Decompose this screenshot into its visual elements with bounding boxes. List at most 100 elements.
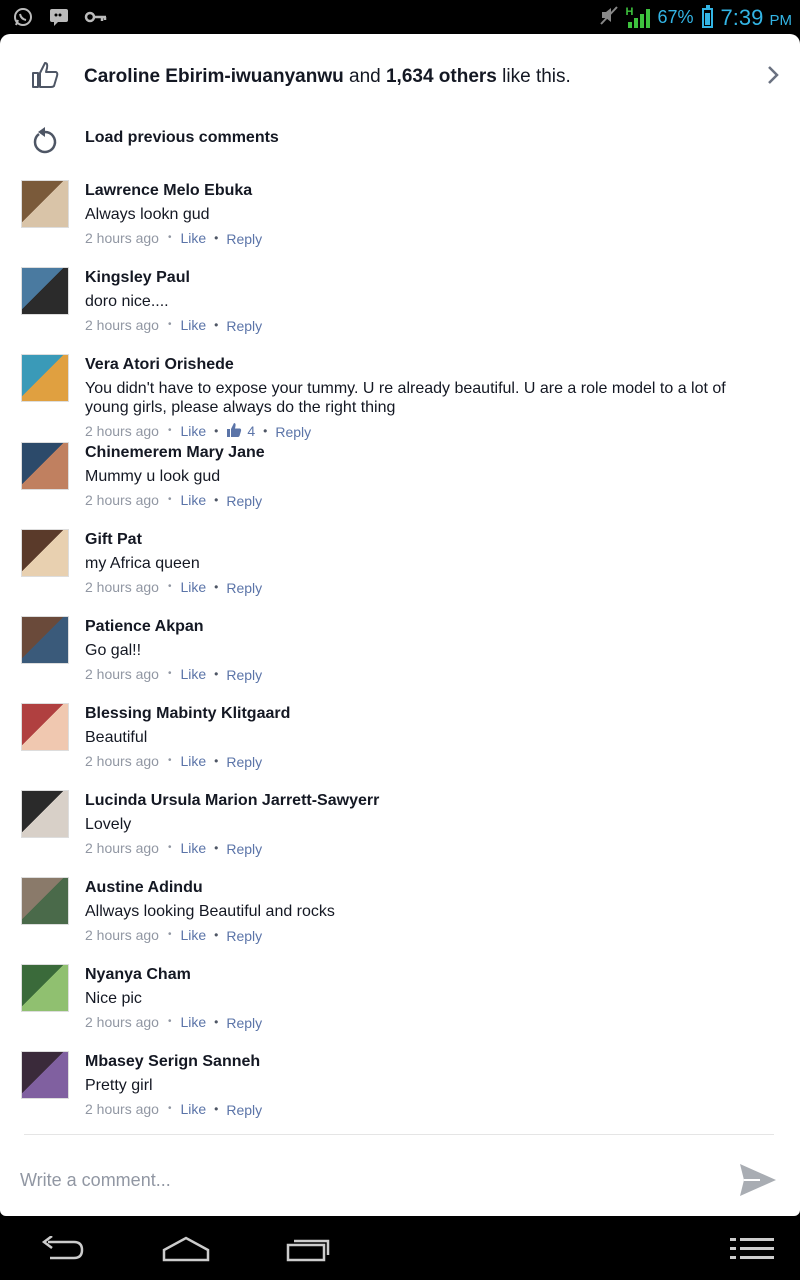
like-thumb-icon bbox=[227, 423, 242, 437]
comment-timestamp[interactable]: 2 hours ago bbox=[85, 1014, 159, 1030]
comment-like-button[interactable]: Like bbox=[180, 666, 206, 682]
status-bar: H 67% 7:39 PM bbox=[0, 0, 800, 34]
likes-others[interactable]: 1,634 others bbox=[386, 66, 497, 87]
likes-text: Caroline Ebirim-iwuanyanwu and 1,634 oth… bbox=[84, 66, 571, 88]
comment-text: Go gal!! bbox=[85, 642, 142, 659]
comment-reply-button[interactable]: Reply bbox=[226, 754, 262, 770]
comment-item: Austine Adindu Allways looking Beautiful… bbox=[0, 875, 800, 962]
dot-separator: • bbox=[214, 317, 219, 332]
comment-reply-button[interactable]: Reply bbox=[226, 1102, 262, 1118]
comment-timestamp[interactable]: 2 hours ago bbox=[85, 579, 159, 595]
dot-separator: • bbox=[214, 492, 219, 507]
comment-author[interactable]: Mbasey Serign Sanneh bbox=[85, 1049, 800, 1071]
comment-timestamp[interactable]: 2 hours ago bbox=[85, 666, 159, 682]
comment-author[interactable]: Gift Pat bbox=[85, 527, 800, 549]
comment-author[interactable]: Patience Akpan bbox=[85, 614, 800, 636]
chevron-right-icon[interactable] bbox=[766, 64, 780, 91]
comment-reply-button[interactable]: Reply bbox=[226, 231, 262, 247]
comment-author[interactable]: Austine Adindu bbox=[85, 875, 800, 897]
avatar[interactable] bbox=[21, 703, 69, 751]
comment-author[interactable]: Chinemerem Mary Jane bbox=[85, 440, 800, 462]
comment-like-button[interactable]: Like bbox=[180, 579, 206, 595]
battery-percentage: 67% bbox=[657, 7, 694, 27]
likes-first-liker[interactable]: Caroline Ebirim-iwuanyanwu bbox=[84, 66, 344, 87]
clock-ampm: PM bbox=[769, 11, 793, 29]
comment-text: Lovely bbox=[85, 816, 132, 833]
avatar[interactable] bbox=[21, 964, 69, 1012]
avatar[interactable] bbox=[21, 354, 69, 402]
comment-reply-button[interactable]: Reply bbox=[226, 667, 262, 683]
comment-author[interactable]: Nyanya Cham bbox=[85, 962, 800, 984]
comment-timestamp[interactable]: 2 hours ago bbox=[85, 317, 159, 333]
comment-reply-button[interactable]: Reply bbox=[226, 580, 262, 596]
comment-like-button[interactable]: Like bbox=[180, 492, 206, 508]
home-icon[interactable] bbox=[162, 1236, 210, 1267]
comment-like-button[interactable]: Like bbox=[180, 317, 206, 333]
comment-reply-button[interactable]: Reply bbox=[226, 493, 262, 509]
comment-item: Nyanya Cham Nice pic 2 hours ago • Like … bbox=[0, 962, 800, 1049]
comment-author[interactable]: Lawrence Melo Ebuka bbox=[85, 178, 800, 200]
comment-list: Lawrence Melo Ebuka Always lookn gud 2 h… bbox=[0, 178, 800, 1130]
comment-reply-button[interactable]: Reply bbox=[226, 841, 262, 857]
comment-meta: 2 hours ago • Like • Reply bbox=[85, 577, 800, 597]
comment-like-button[interactable]: Like bbox=[180, 753, 206, 769]
comment-author[interactable]: Lucinda Ursula Marion Jarrett-Sawyerr bbox=[85, 788, 800, 810]
comment-author[interactable]: Kingsley Paul bbox=[85, 265, 800, 287]
comment-composer bbox=[0, 1144, 800, 1216]
back-icon[interactable] bbox=[40, 1235, 86, 1267]
comment-item: Blessing Mabinty Klitgaard Beautiful 2 h… bbox=[0, 701, 800, 788]
load-previous-comments[interactable]: Load previous comments bbox=[0, 120, 800, 170]
comment-item: Kingsley Paul doro nice.... 2 hours ago … bbox=[0, 265, 800, 352]
comment-like-button[interactable]: Like bbox=[180, 1101, 206, 1117]
comment-meta: 2 hours ago • Like • Reply bbox=[85, 838, 800, 858]
comment-reply-button[interactable]: Reply bbox=[226, 318, 262, 334]
avatar[interactable] bbox=[21, 529, 69, 577]
avatar[interactable] bbox=[21, 877, 69, 925]
comment-meta: 2 hours ago • Like • Reply bbox=[85, 490, 800, 510]
dot-separator: • bbox=[167, 929, 172, 940]
comment-input[interactable] bbox=[20, 1162, 710, 1198]
comment-item: Vera Atori Orishede You didn't have to e… bbox=[0, 352, 800, 440]
avatar[interactable] bbox=[21, 267, 69, 315]
avatar[interactable] bbox=[21, 790, 69, 838]
comment-timestamp[interactable]: 2 hours ago bbox=[85, 492, 159, 508]
comment-author[interactable]: Blessing Mabinty Klitgaard bbox=[85, 701, 800, 723]
dot-separator: • bbox=[214, 230, 219, 245]
comment-item: Lawrence Melo Ebuka Always lookn gud 2 h… bbox=[0, 178, 800, 265]
dot-separator: • bbox=[214, 423, 219, 438]
comment-like-count[interactable]: 4 bbox=[226, 423, 255, 439]
send-icon[interactable] bbox=[738, 1162, 778, 1203]
comment-reply-button[interactable]: Reply bbox=[226, 928, 262, 944]
comment-like-button[interactable]: Like bbox=[180, 230, 206, 246]
bbm-icon bbox=[48, 6, 70, 33]
clock-time: 7:39 bbox=[720, 4, 764, 30]
comment-timestamp[interactable]: 2 hours ago bbox=[85, 927, 159, 943]
comment-timestamp[interactable]: 2 hours ago bbox=[85, 230, 159, 246]
comment-author[interactable]: Vera Atori Orishede bbox=[85, 352, 800, 374]
comment-text: my Africa queen bbox=[85, 555, 200, 572]
comment-timestamp[interactable]: 2 hours ago bbox=[85, 840, 159, 856]
comment-meta: 2 hours ago • Like • Reply bbox=[85, 664, 800, 684]
comment-like-button[interactable]: Like bbox=[180, 423, 206, 439]
reload-icon bbox=[32, 126, 58, 161]
comment-meta: 2 hours ago • Like • Reply bbox=[85, 1099, 800, 1119]
avatar[interactable] bbox=[21, 180, 69, 228]
comment-timestamp[interactable]: 2 hours ago bbox=[85, 753, 159, 769]
like-count-value: 4 bbox=[247, 422, 256, 439]
comment-timestamp[interactable]: 2 hours ago bbox=[85, 1101, 159, 1117]
dot-separator: • bbox=[214, 666, 219, 681]
avatar[interactable] bbox=[21, 442, 69, 490]
comment-like-button[interactable]: Like bbox=[180, 1014, 206, 1030]
comment-like-button[interactable]: Like bbox=[180, 927, 206, 943]
comment-reply-button[interactable]: Reply bbox=[275, 424, 311, 440]
recent-apps-icon[interactable] bbox=[286, 1236, 334, 1267]
comment-timestamp[interactable]: 2 hours ago bbox=[85, 423, 159, 439]
likes-summary[interactable]: Caroline Ebirim-iwuanyanwu and 1,634 oth… bbox=[0, 34, 800, 120]
avatar[interactable] bbox=[21, 1051, 69, 1099]
comment-item: Patience Akpan Go gal!! 2 hours ago • Li… bbox=[0, 614, 800, 701]
avatar[interactable] bbox=[21, 616, 69, 664]
comment-item: Mbasey Serign Sanneh Pretty girl 2 hours… bbox=[0, 1049, 800, 1130]
comment-reply-button[interactable]: Reply bbox=[226, 1015, 262, 1031]
comment-like-button[interactable]: Like bbox=[180, 840, 206, 856]
menu-icon[interactable] bbox=[730, 1236, 774, 1267]
